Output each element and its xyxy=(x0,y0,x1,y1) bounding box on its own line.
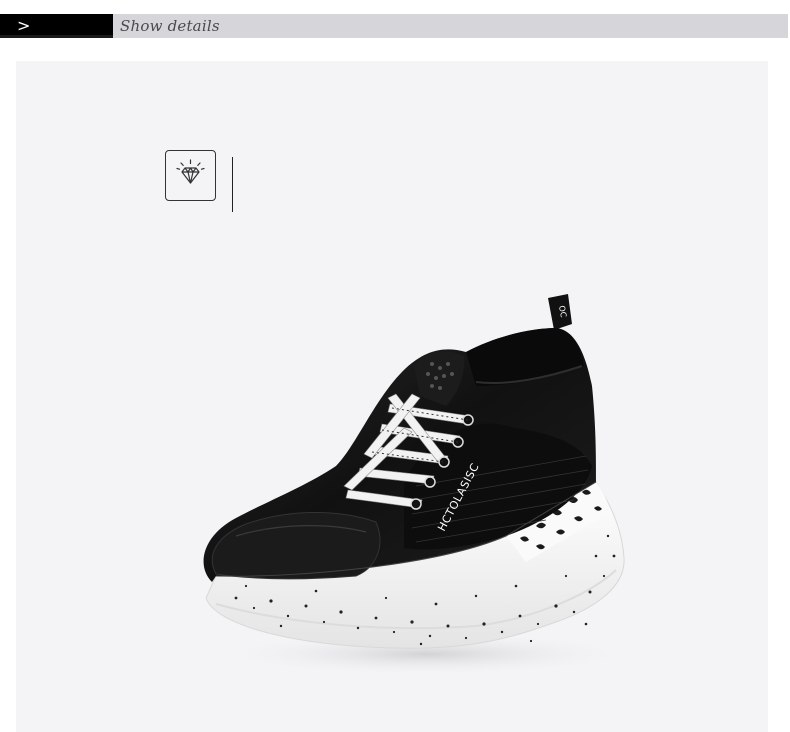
section-header: > Show details xyxy=(0,14,788,38)
quality-badge xyxy=(165,150,216,201)
header-toggle[interactable]: > xyxy=(0,14,113,38)
badge-divider xyxy=(232,157,233,212)
chevron-right-icon[interactable]: > xyxy=(17,15,30,37)
header-bar: Show details xyxy=(113,14,788,38)
section-title: Show details xyxy=(120,17,220,35)
header-divider xyxy=(0,35,113,38)
product-image-panel: OC HCTOLASISC xyxy=(16,61,768,732)
sneaker-image: OC HCTOLASISC xyxy=(203,294,636,676)
diamond-icon xyxy=(176,159,205,184)
